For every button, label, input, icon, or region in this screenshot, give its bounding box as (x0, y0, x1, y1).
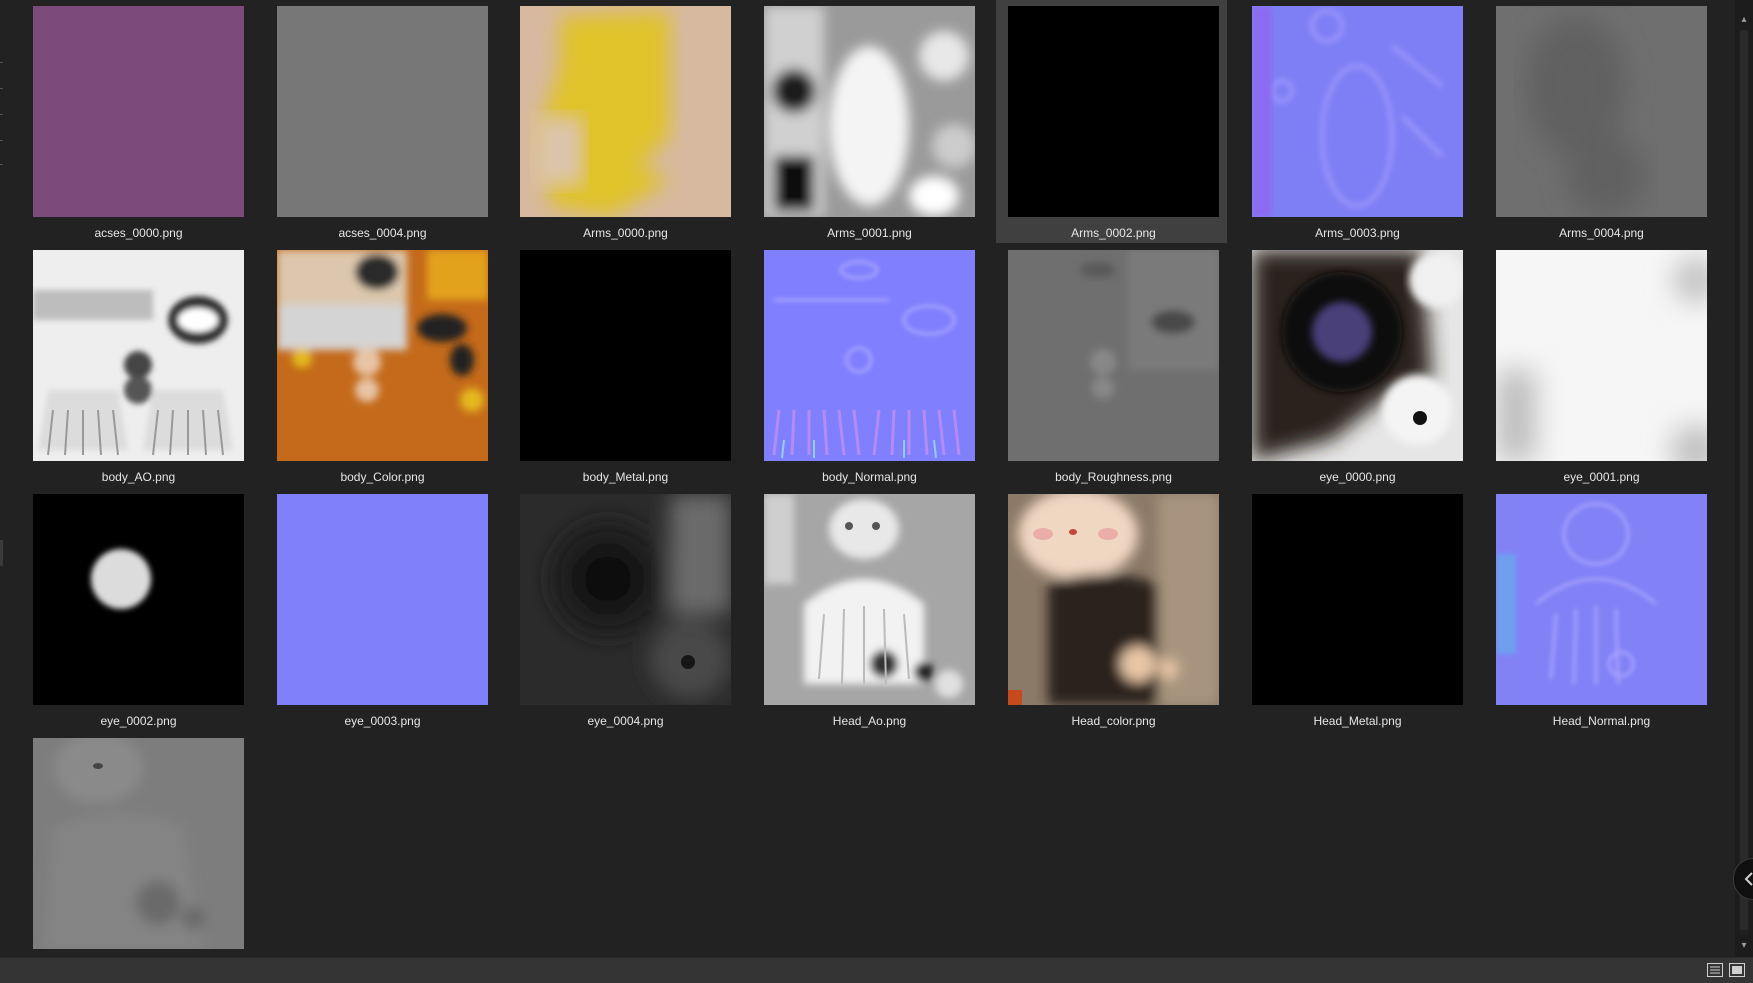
file-item[interactable]: body_Metal.png (508, 244, 739, 487)
file-name: acses_0000.png (94, 226, 183, 240)
texture-thumbnail (1252, 494, 1463, 705)
file-browser: acses_0000.png acses_0004.png Arms_0000.… (0, 0, 1735, 957)
texture-thumbnail (764, 6, 975, 217)
file-item[interactable]: Arms_0003.png (1240, 0, 1471, 243)
file-name: body_Color.png (340, 470, 425, 484)
vertical-scrollbar[interactable]: ▴ ▾ (1735, 0, 1753, 957)
file-item[interactable]: Head_Metal.png (1240, 488, 1471, 731)
file-item[interactable]: body_AO.png (21, 244, 252, 487)
list-view-icon (1707, 963, 1723, 977)
file-name: eye_0000.png (1319, 470, 1396, 484)
file-name: Head_Ao.png (832, 714, 907, 728)
texture-thumbnail (277, 6, 488, 217)
file-name: body_AO.png (101, 470, 176, 484)
texture-thumbnail (1496, 494, 1707, 705)
chevron-down-icon[interactable]: ▾ (1738, 940, 1750, 952)
thumbnail-view-icon (1729, 963, 1745, 977)
file-name: Head_Normal.png (1552, 714, 1651, 728)
file-name: Head_Metal.png (1313, 714, 1402, 728)
texture-thumbnail (277, 250, 488, 461)
texture-thumbnail (1496, 250, 1707, 461)
file-name: eye_0002.png (100, 714, 177, 728)
texture-thumbnail (33, 494, 244, 705)
file-item[interactable]: Head_Ao.png (752, 488, 983, 731)
file-name: body_Normal.png (822, 470, 917, 484)
file-item[interactable]: eye_0000.png (1240, 244, 1471, 487)
file-item[interactable]: Head_color.png (996, 488, 1227, 731)
texture-thumbnail (1252, 6, 1463, 217)
edge-tick (0, 164, 3, 165)
edge-tick (0, 88, 3, 89)
file-name: body_Roughness.png (1055, 470, 1172, 484)
file-item[interactable]: acses_0000.png (21, 0, 252, 243)
file-name: Arms_0000.png (583, 226, 668, 240)
file-item[interactable]: Head_Normal.png (1484, 488, 1715, 731)
file-item[interactable]: eye_0004.png (508, 488, 739, 731)
texture-thumbnail (764, 250, 975, 461)
chevron-up-icon[interactable]: ▴ (1738, 14, 1750, 26)
texture-thumbnail (764, 494, 975, 705)
file-name: eye_0003.png (344, 714, 421, 728)
file-item[interactable]: body_Normal.png (752, 244, 983, 487)
file-item[interactable] (21, 732, 252, 975)
file-item[interactable]: Arms_0004.png (1484, 0, 1715, 243)
texture-thumbnail (33, 738, 244, 949)
file-name: Head_color.png (1071, 714, 1156, 728)
file-item[interactable]: Arms_0001.png (752, 0, 983, 243)
texture-thumbnail (1252, 250, 1463, 461)
left-panel-edge[interactable] (0, 0, 6, 957)
panel-resize-handle[interactable] (0, 540, 3, 566)
texture-thumbnail (520, 494, 731, 705)
list-view-button[interactable] (1707, 963, 1723, 977)
texture-thumbnail (33, 6, 244, 217)
file-item[interactable]: Arms_0000.png (508, 0, 739, 243)
thumbnail-view-button[interactable] (1729, 963, 1745, 977)
file-item[interactable]: body_Roughness.png (996, 244, 1227, 487)
edge-tick (0, 140, 3, 141)
status-bar (0, 957, 1753, 983)
file-item-selected[interactable]: Arms_0002.png (996, 0, 1227, 243)
thumbnail-grid: acses_0000.png acses_0004.png Arms_0000.… (21, 0, 1731, 957)
file-item[interactable]: body_Color.png (265, 244, 496, 487)
file-item[interactable]: eye_0002.png (21, 488, 252, 731)
texture-thumbnail (520, 250, 731, 461)
texture-thumbnail (1008, 494, 1219, 705)
file-name: eye_0004.png (587, 714, 664, 728)
file-name: Arms_0004.png (1559, 226, 1644, 240)
edge-tick (0, 62, 3, 63)
file-item[interactable]: eye_0001.png (1484, 244, 1715, 487)
texture-thumbnail (520, 6, 731, 217)
file-name: Arms_0002.png (1071, 226, 1156, 240)
texture-thumbnail (1008, 6, 1219, 217)
file-item[interactable]: acses_0004.png (265, 0, 496, 243)
file-name: Arms_0001.png (827, 226, 912, 240)
texture-thumbnail (1496, 6, 1707, 217)
file-item[interactable]: eye_0003.png (265, 488, 496, 731)
file-name: eye_0001.png (1563, 470, 1640, 484)
file-name: acses_0004.png (338, 226, 427, 240)
edge-tick (0, 114, 3, 115)
file-name: Arms_0003.png (1315, 226, 1400, 240)
file-name: body_Metal.png (582, 470, 669, 484)
texture-thumbnail (1008, 250, 1219, 461)
texture-thumbnail (33, 250, 244, 461)
chevron-left-icon (1744, 872, 1753, 886)
scrollbar-thumb[interactable] (1740, 30, 1748, 930)
texture-thumbnail (277, 494, 488, 705)
